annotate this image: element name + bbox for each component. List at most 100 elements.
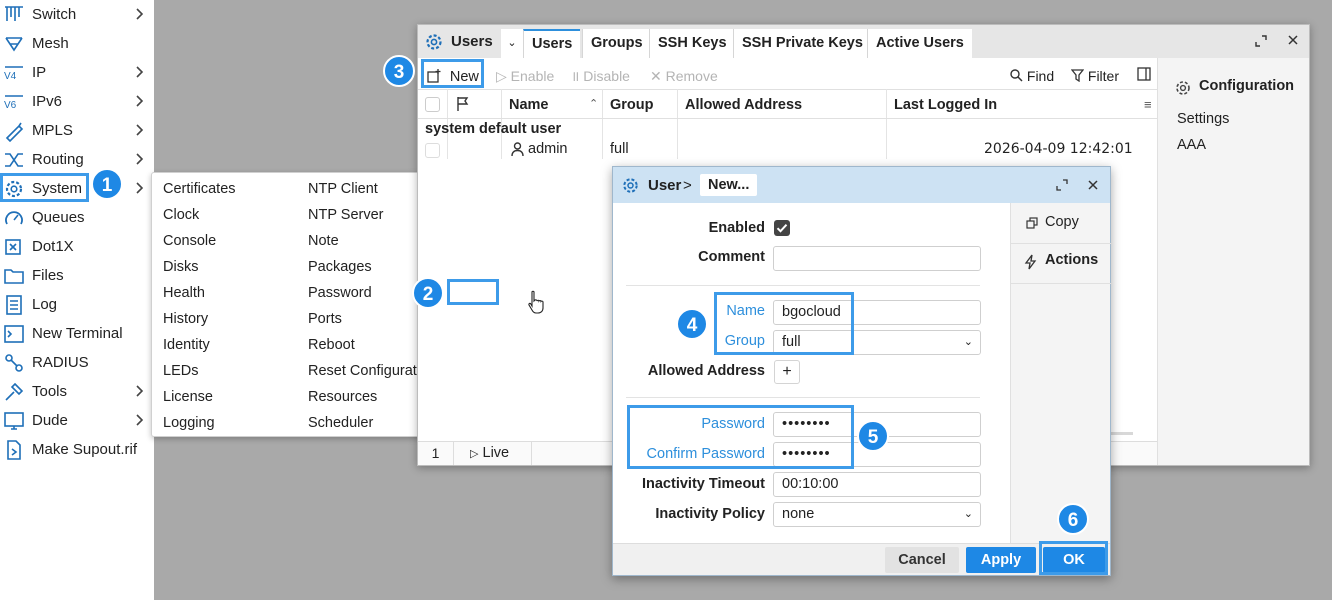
find-button[interactable]: Find — [1010, 65, 1054, 87]
menu-item-logging[interactable]: Logging — [163, 412, 215, 434]
enable-button[interactable]: ▷ Enable — [496, 65, 554, 87]
menu-item-ports[interactable]: Ports — [308, 308, 342, 330]
play-icon: ▷ — [470, 448, 479, 460]
menu-item-disks[interactable]: Disks — [163, 256, 198, 278]
live-button[interactable]: ▷ Live — [454, 442, 532, 465]
dot1x-icon — [3, 236, 25, 258]
tab-users[interactable]: Users — [523, 29, 581, 58]
sidebar-item-label: Dot1X — [32, 238, 74, 255]
tabs-dropdown-button[interactable]: ⌄ — [501, 29, 523, 58]
cell-group: full — [610, 141, 629, 157]
step-badge-6: 6 — [1057, 503, 1089, 535]
menu-item-resources[interactable]: Resources — [308, 386, 377, 408]
user-icon — [511, 142, 524, 157]
menu-item-certificates[interactable]: Certificates — [163, 178, 236, 200]
close-icon[interactable] — [1286, 33, 1300, 47]
play-icon: ▷ — [496, 68, 507, 84]
maximize-icon[interactable] — [1056, 179, 1068, 191]
close-icon[interactable] — [1087, 179, 1099, 191]
menu-item-ntp-server[interactable]: NTP Server — [308, 204, 383, 226]
cancel-button[interactable]: Cancel — [885, 547, 959, 573]
dialog-side-panel: Copy Actions — [1010, 203, 1111, 543]
gear-icon — [621, 176, 640, 195]
table-row[interactable]: admin full 2026-04-09 12:42:01 — [418, 139, 1157, 161]
sidebar-item-mpls[interactable]: MPLS — [0, 116, 154, 145]
comment-label: Comment — [698, 249, 765, 265]
menu-item-packages[interactable]: Packages — [308, 256, 372, 278]
maximize-icon[interactable] — [1254, 34, 1268, 48]
flag-icon — [456, 96, 470, 112]
inactivity-timeout-field[interactable]: 00:10:00 — [773, 472, 981, 497]
menu-item-note[interactable]: Note — [308, 230, 339, 252]
column-header-name[interactable]: Name — [509, 97, 549, 113]
tab-active-users[interactable]: Active Users — [867, 29, 972, 58]
pause-icon: ॥ — [571, 68, 580, 84]
sidebar-item-routing[interactable]: Routing — [0, 145, 154, 174]
sidebar-item-radius[interactable]: RADIUS — [0, 348, 154, 377]
sidebar-item-dude[interactable]: Dude — [0, 406, 154, 435]
comment-field[interactable] — [773, 246, 981, 271]
tab-ssh-keys[interactable]: SSH Keys — [649, 29, 735, 58]
actions-button[interactable]: Actions — [1011, 247, 1111, 277]
sidebar-item-label: RADIUS — [32, 354, 89, 371]
chevron-right-icon — [134, 7, 146, 21]
remove-label: Remove — [665, 68, 718, 84]
sidebar-item-switch[interactable]: Switch — [0, 0, 154, 29]
column-header-group[interactable]: Group — [610, 97, 654, 113]
panel-toggle-icon[interactable] — [1137, 67, 1151, 81]
highlight-passwords — [627, 405, 854, 469]
tab-groups[interactable]: Groups — [582, 29, 651, 58]
sidebar-item-dot1x[interactable]: Dot1X — [0, 232, 154, 261]
menu-item-console[interactable]: Console — [163, 230, 216, 252]
menu-item-clock[interactable]: Clock — [163, 204, 199, 226]
sidebar-item-ipv6[interactable]: V6 IPv6 — [0, 87, 154, 116]
sidebar-item-tools[interactable]: Tools — [0, 377, 154, 406]
sidebar-item-new-terminal[interactable]: New Terminal — [0, 319, 154, 348]
find-label: Find — [1026, 68, 1055, 84]
select-all-checkbox[interactable] — [425, 97, 440, 112]
filter-icon — [1071, 69, 1084, 82]
sidebar-item-mesh[interactable]: Mesh — [0, 29, 154, 58]
sidebar-item-log[interactable]: Log — [0, 290, 154, 319]
menu-item-reboot[interactable]: Reboot — [308, 334, 355, 356]
chevron-down-icon: ⌄ — [963, 508, 973, 520]
menu-item-identity[interactable]: Identity — [163, 334, 210, 356]
add-allowed-address-button[interactable]: + — [774, 360, 800, 384]
apply-button[interactable]: Apply — [966, 547, 1036, 573]
mesh-icon — [3, 33, 25, 55]
menu-item-ntp-client[interactable]: NTP Client — [308, 178, 378, 200]
actions-label: Actions — [1045, 252, 1099, 268]
aaa-link[interactable]: AAA — [1177, 137, 1206, 153]
menu-item-health[interactable]: Health — [163, 282, 205, 304]
menu-item-password[interactable]: Password — [308, 282, 372, 304]
sidebar-item-make-supout-rif[interactable]: Make Supout.rif — [0, 435, 154, 464]
menu-item-scheduler[interactable]: Scheduler — [308, 412, 373, 434]
cell-last-logged-in: 2026-04-09 12:42:01 — [984, 141, 1133, 157]
menu-item-history[interactable]: History — [163, 308, 208, 330]
tab-ssh-private-keys[interactable]: SSH Private Keys — [733, 29, 871, 58]
enable-label: Enable — [510, 68, 555, 84]
enabled-checkbox[interactable] — [774, 220, 790, 236]
filter-button[interactable]: Filter — [1071, 65, 1119, 87]
routing-icon — [3, 149, 25, 171]
remove-button[interactable]: ✕ Remove — [650, 65, 718, 87]
svg-text:V4: V4 — [4, 71, 17, 82]
sidebar-item-queues[interactable]: Queues — [0, 203, 154, 232]
sidebar-item-label: Mesh — [32, 35, 69, 52]
column-header-allowed-address[interactable]: Allowed Address — [685, 97, 802, 113]
menu-item-license[interactable]: License — [163, 386, 213, 408]
menu-item-leds[interactable]: LEDs — [163, 360, 198, 382]
column-menu-icon[interactable]: ≡ — [1144, 97, 1152, 112]
chevron-right-icon — [134, 152, 146, 166]
hand-cursor-icon — [527, 290, 545, 314]
sidebar-item-files[interactable]: Files — [0, 261, 154, 290]
divider — [1011, 243, 1111, 244]
settings-link[interactable]: Settings — [1177, 111, 1229, 127]
disable-button[interactable]: ॥ Disable — [571, 65, 630, 87]
inactivity-policy-select[interactable]: none ⌄ — [773, 502, 981, 527]
sidebar-item-ip[interactable]: V4 IP — [0, 58, 154, 87]
gear-icon — [424, 32, 444, 52]
row-checkbox[interactable] — [425, 143, 440, 158]
copy-button[interactable]: Copy — [1011, 209, 1111, 239]
column-header-last-logged-in[interactable]: Last Logged In — [894, 97, 997, 113]
